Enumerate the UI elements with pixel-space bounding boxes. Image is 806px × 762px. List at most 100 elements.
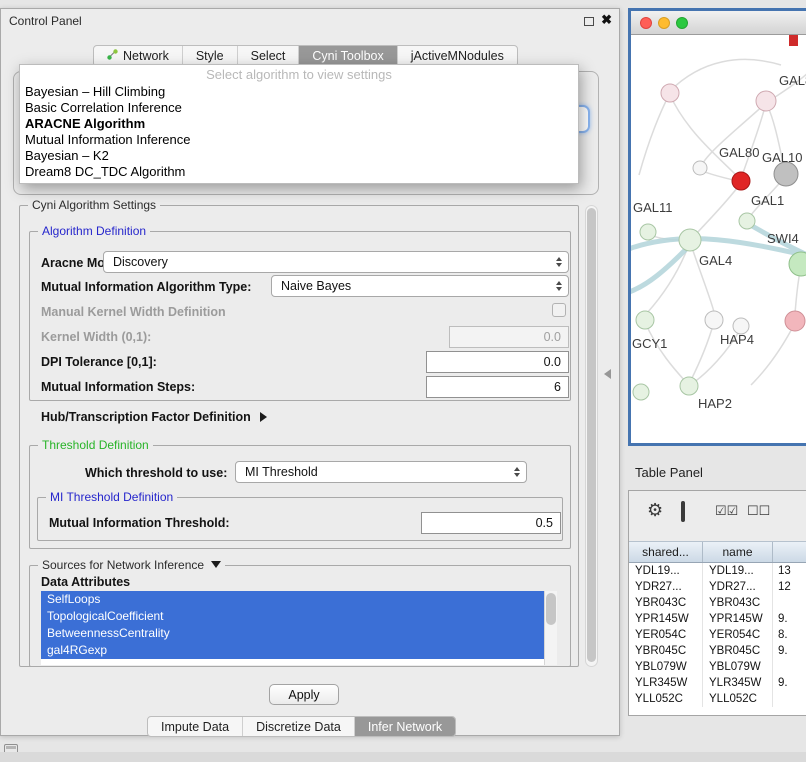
mi-threshold-field[interactable]: 0.5: [421, 512, 561, 534]
tab-label: Infer Network: [368, 720, 442, 734]
network-canvas[interactable]: GAL8GAL80GAL10GAL11GAL1SWI4GAL4GCY1HAP4H…: [631, 35, 806, 443]
table-row[interactable]: YBL079WYBL079W: [629, 659, 806, 675]
table-row[interactable]: YPR145WYPR145W9.: [629, 611, 806, 627]
which-threshold-label: Which threshold to use:: [85, 466, 227, 480]
network-window-titlebar[interactable]: [631, 11, 806, 35]
aracne-mode-value: Discovery: [113, 255, 168, 269]
mi-steps-field[interactable]: 6: [426, 376, 569, 398]
table-cell: 9.: [773, 643, 806, 659]
network-node[interactable]: [705, 311, 723, 329]
column-header[interactable]: name: [703, 542, 773, 562]
settings-scrollbar-thumb[interactable]: [587, 208, 596, 662]
algorithm-option[interactable]: ARACNE Algorithm: [20, 116, 578, 132]
table-body: YDL19...YDL19...13YDR27...YDR27...12YBR0…: [629, 563, 806, 707]
table-cell: 13: [773, 563, 806, 579]
table-row[interactable]: YDL19...YDL19...13: [629, 563, 806, 579]
network-node[interactable]: [661, 84, 679, 102]
tab-jactivemnodules[interactable]: jActiveMNodules: [398, 46, 517, 66]
tab-label: Impute Data: [161, 720, 229, 734]
algorithm-option[interactable]: Bayesian – K2: [20, 148, 578, 164]
select-all-button[interactable]: ☑☑: [715, 503, 738, 519]
table-row[interactable]: YER054CYER054C8.: [629, 627, 806, 643]
column-header[interactable]: shared...: [629, 542, 703, 562]
network-node[interactable]: [756, 91, 776, 111]
bottom-tab-impute-data[interactable]: Impute Data: [148, 717, 243, 736]
bottom-tab-discretize-data[interactable]: Discretize Data: [243, 717, 355, 736]
sources-toggle[interactable]: Sources for Network Inference: [38, 558, 225, 573]
mi-type-label: Mutual Information Algorithm Type:: [41, 280, 251, 294]
tab-cyni-toolbox[interactable]: Cyni Toolbox: [299, 46, 397, 66]
close-button[interactable]: [640, 17, 652, 29]
algorithm-option[interactable]: Basic Correlation Inference: [20, 100, 578, 116]
mi-type-select[interactable]: Naive Bayes: [271, 275, 569, 297]
network-node[interactable]: [785, 311, 805, 331]
attribute-item[interactable]: SelfLoops: [41, 591, 544, 608]
table-cell: YBR045C: [703, 643, 773, 659]
node-label: GAL1: [751, 193, 784, 208]
list-scrollbar[interactable]: [544, 591, 557, 665]
network-node[interactable]: [739, 213, 755, 229]
table-row[interactable]: YBR043CYBR043C: [629, 595, 806, 611]
network-graph: GAL8GAL80GAL10GAL11GAL1SWI4GAL4GCY1HAP4H…: [631, 35, 806, 443]
minimize-button[interactable]: [658, 17, 670, 29]
tab-label: Discretize Data: [256, 720, 341, 734]
algorithm-dropdown-popup: Select algorithm to view settings Bayesi…: [19, 64, 579, 184]
tab-label: jActiveMNodules: [411, 49, 504, 63]
hub-definition-toggle[interactable]: Hub/Transcription Factor Definition: [41, 410, 267, 424]
algorithm-option[interactable]: Bayesian – Hill Climbing: [20, 84, 578, 100]
network-node[interactable]: [680, 377, 698, 395]
manual-kernel-checkbox: [552, 303, 566, 317]
table-cell: YER054C: [629, 627, 703, 643]
attribute-list[interactable]: SelfLoopsTopologicalCoefficientBetweenne…: [41, 591, 557, 665]
tab-select[interactable]: Select: [238, 46, 300, 66]
bottom-tab-infer-network[interactable]: Infer Network: [355, 717, 455, 736]
chevron-right-icon: [260, 412, 267, 422]
network-node[interactable]: [633, 384, 649, 400]
network-node[interactable]: [774, 162, 798, 186]
network-node[interactable]: [693, 161, 707, 175]
network-node[interactable]: [732, 172, 750, 190]
splitter-collapse-arrow[interactable]: [604, 369, 611, 379]
bottom-edge: [0, 752, 806, 762]
settings-scrollbar[interactable]: [585, 205, 598, 667]
aracne-mode-select[interactable]: Discovery: [103, 251, 569, 273]
combo-arrows-icon: [556, 257, 562, 267]
float-window-icon[interactable]: [584, 17, 594, 26]
attribute-item[interactable]: BetweennessCentrality: [41, 625, 544, 642]
mi-type-value: Naive Bayes: [281, 279, 351, 293]
algorithm-option[interactable]: Mutual Information Inference: [20, 132, 578, 148]
tab-network[interactable]: Network: [94, 46, 183, 66]
tab-label: Cyni Toolbox: [312, 49, 383, 63]
table-cell: YLL052C: [629, 691, 703, 707]
network-node[interactable]: [789, 252, 806, 276]
list-scrollbar-thumb[interactable]: [546, 593, 556, 625]
attribute-items: SelfLoopsTopologicalCoefficientBetweenne…: [41, 591, 557, 659]
network-node[interactable]: [636, 311, 654, 329]
zoom-button[interactable]: [676, 17, 688, 29]
table-cell: 9.: [773, 611, 806, 627]
which-threshold-select[interactable]: MI Threshold: [235, 461, 527, 483]
table-row[interactable]: YBR045CYBR045C9.: [629, 643, 806, 659]
column-header[interactable]: [773, 542, 806, 562]
settings-gear-button[interactable]: ⚙: [647, 500, 663, 521]
control-panel-titlebar[interactable]: Control Panel ✖: [1, 9, 619, 33]
network-node[interactable]: [679, 229, 701, 251]
tab-style[interactable]: Style: [183, 46, 238, 66]
network-node[interactable]: [640, 224, 656, 240]
show-columns-button[interactable]: [681, 503, 685, 521]
deselect-all-button[interactable]: ☐☐: [747, 503, 770, 519]
table-row[interactable]: YLL052CYLL052C: [629, 691, 806, 707]
table-cell: YLL052C: [703, 691, 773, 707]
table-cell: 8.: [773, 627, 806, 643]
node-label: GAL11: [633, 200, 673, 215]
apply-button[interactable]: Apply: [269, 684, 339, 705]
table-row[interactable]: YLR345WYLR345W9.: [629, 675, 806, 691]
table-cell: YBL079W: [629, 659, 703, 675]
table-row[interactable]: YDR27...YDR27...12: [629, 579, 806, 595]
algorithm-option[interactable]: Dream8 DC_TDC Algorithm: [20, 164, 578, 180]
attribute-item[interactable]: TopologicalCoefficient: [41, 608, 544, 625]
manual-kernel-label: Manual Kernel Width Definition: [41, 305, 226, 319]
close-icon[interactable]: ✖: [601, 12, 612, 28]
attribute-item[interactable]: gal4RGexp: [41, 642, 544, 659]
dpi-tolerance-field[interactable]: 0.0: [426, 351, 569, 373]
